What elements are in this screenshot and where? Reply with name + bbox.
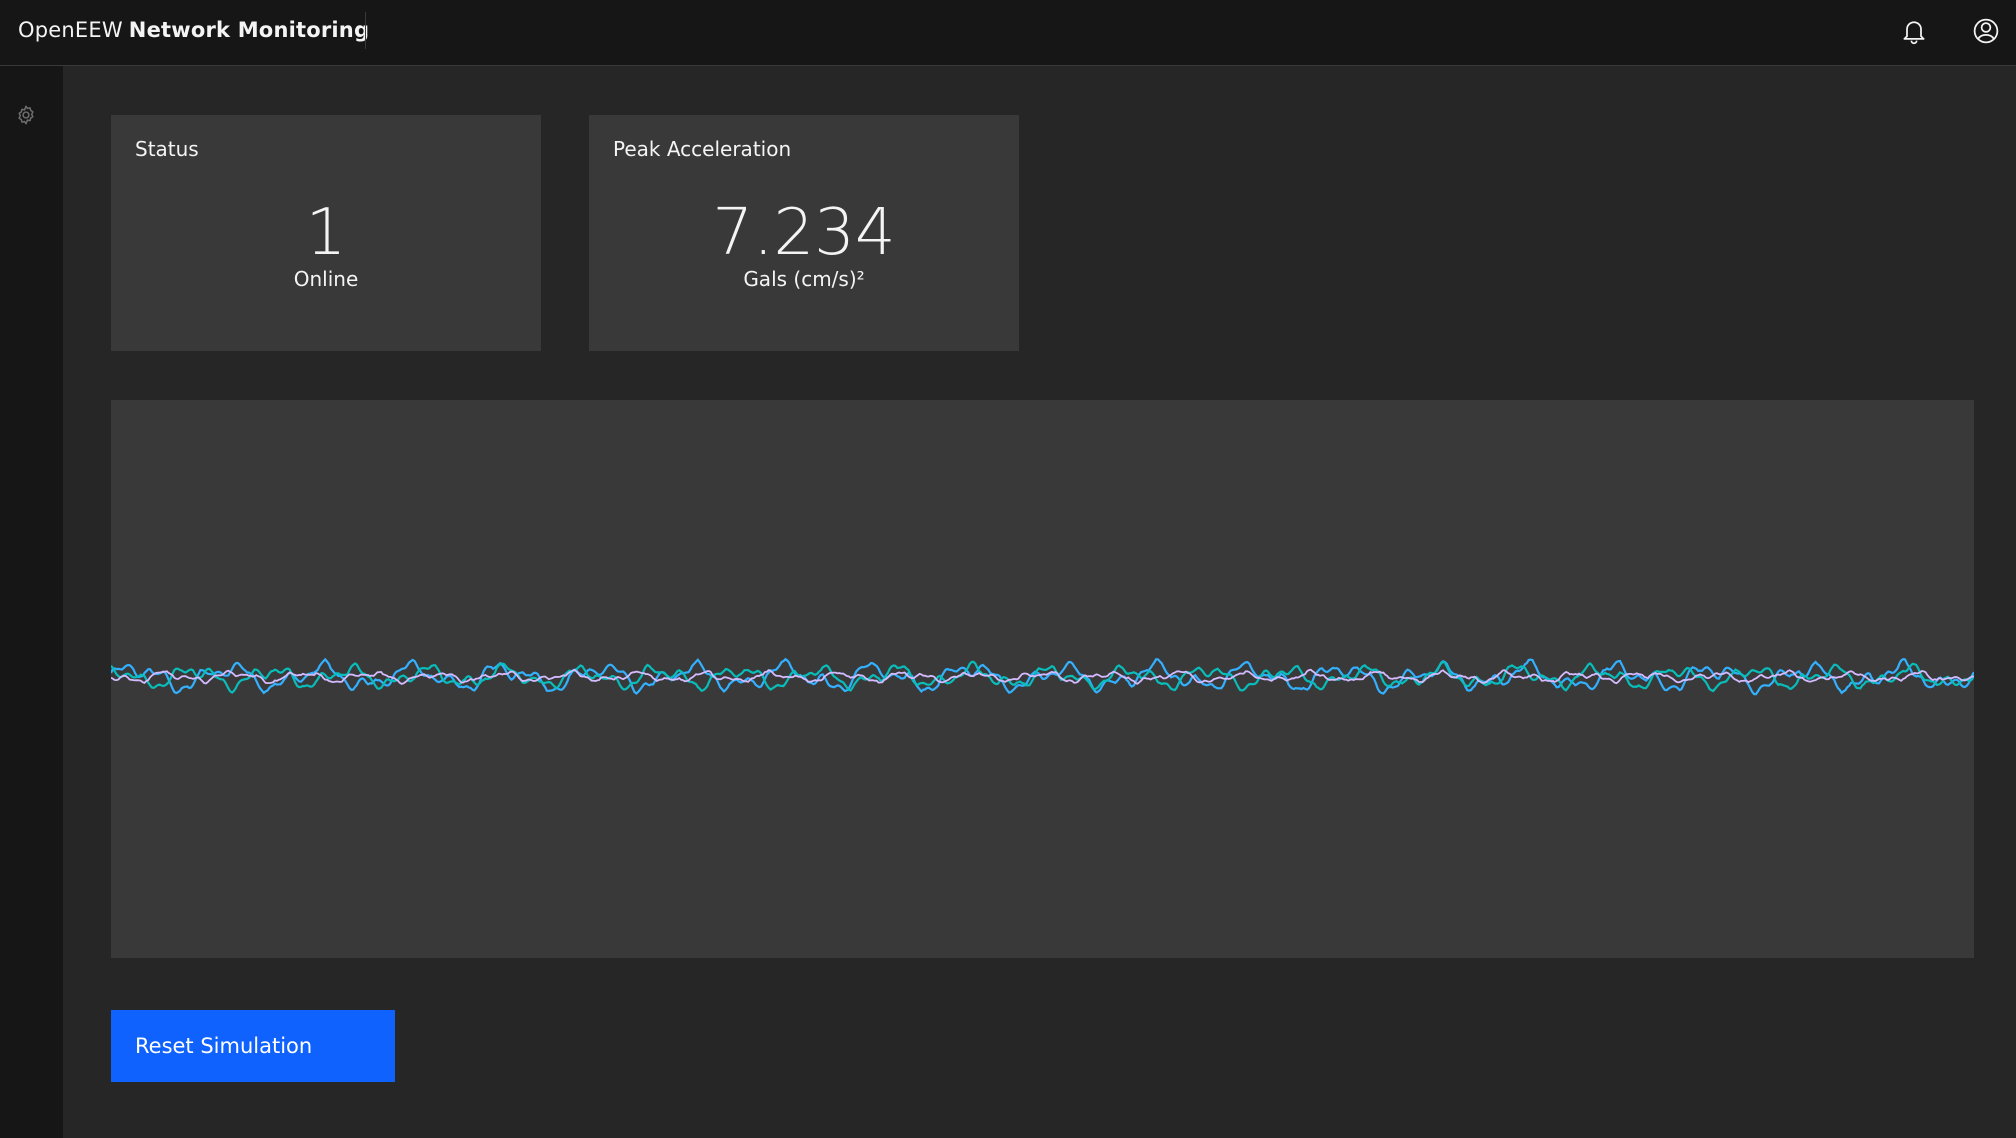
header-divider xyxy=(365,12,366,49)
bell-icon[interactable] xyxy=(1894,11,1934,51)
app-title[interactable]: OpenEEW Network Monitoring xyxy=(18,0,369,61)
app-header: OpenEEW Network Monitoring xyxy=(0,0,2016,66)
brand-name: Network Monitoring xyxy=(128,18,370,42)
peak-value: 7.234 xyxy=(712,196,896,270)
status-title: Status xyxy=(135,137,199,161)
gear-icon[interactable] xyxy=(13,102,39,128)
reset-simulation-button[interactable]: Reset Simulation xyxy=(111,1010,395,1082)
seismic-chart xyxy=(111,400,1974,958)
side-nav xyxy=(0,66,63,1138)
peak-acceleration-tile: Peak Acceleration 7.234 Gals (cm/s)² xyxy=(589,115,1019,351)
status-label: Online xyxy=(293,267,359,291)
peak-title: Peak Acceleration xyxy=(613,137,792,161)
peak-unit: Gals (cm/s)² xyxy=(743,267,865,291)
user-avatar-icon[interactable] xyxy=(1966,11,2006,51)
chart-svg xyxy=(111,657,1974,696)
brand-prefix: OpenEEW xyxy=(18,18,123,42)
status-tile: Status 1 Online xyxy=(111,115,541,351)
status-count: 1 xyxy=(305,196,347,270)
